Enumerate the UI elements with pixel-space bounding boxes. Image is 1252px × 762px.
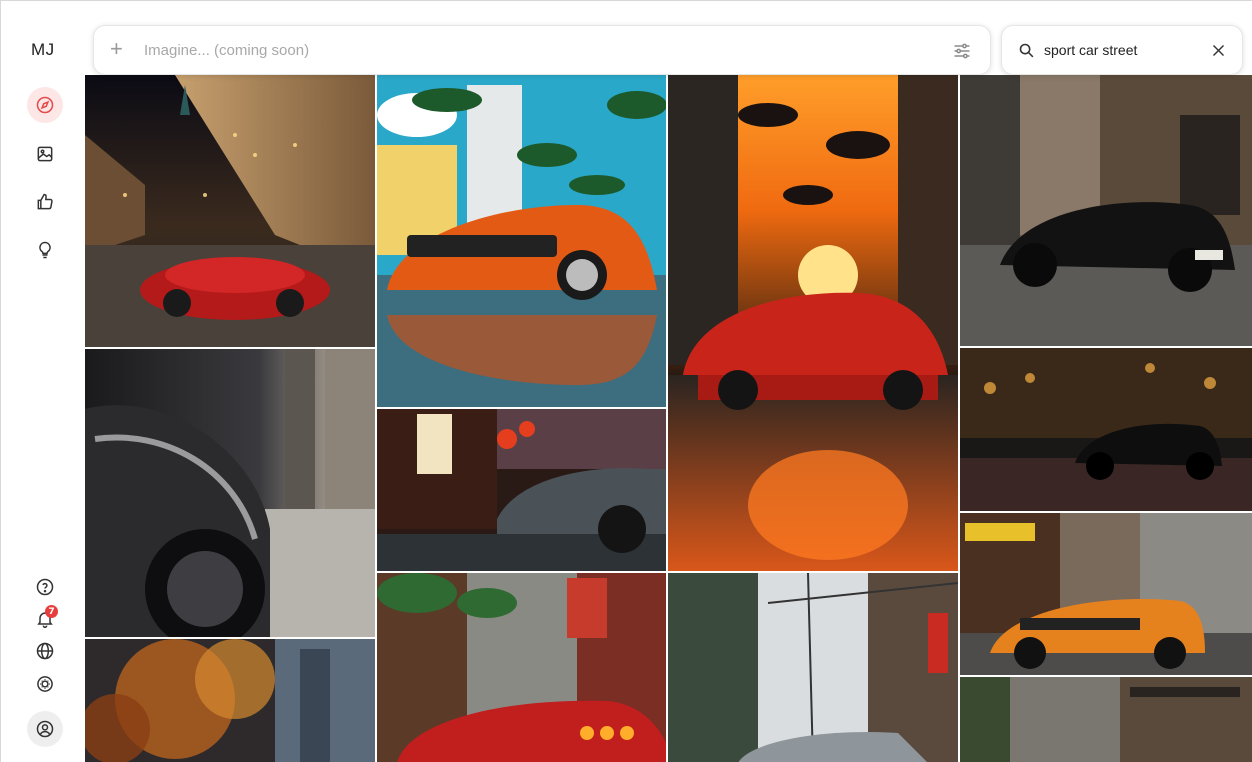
image-grid — [85, 75, 1252, 762]
old-building-street-image — [960, 677, 1252, 762]
thumbs-up-icon — [37, 193, 53, 210]
notification-badge: 7 — [45, 605, 58, 618]
create-button[interactable] — [27, 136, 63, 172]
search-icon — [1019, 43, 1034, 58]
help-icon — [36, 578, 54, 596]
brightness-icon — [37, 676, 53, 692]
search-input[interactable] — [1044, 39, 1204, 61]
sidebar: MJ 7 — [1, 1, 87, 762]
image-tile-orange-bmw-palms[interactable] — [377, 75, 666, 407]
image-tile-old-building-street[interactable] — [960, 677, 1252, 762]
logo[interactable]: MJ — [31, 40, 55, 60]
silver-car-reflection-image — [85, 349, 375, 637]
image-tile-red-rx7-sunset[interactable] — [668, 75, 958, 571]
image-icon — [37, 146, 53, 162]
grid-column-3 — [668, 75, 958, 762]
help-button[interactable] — [27, 569, 63, 605]
search-bar — [1001, 25, 1243, 75]
rank-button[interactable] — [27, 184, 63, 220]
settings-sliders-icon[interactable] — [952, 41, 972, 61]
grid-column-2 — [377, 75, 666, 762]
black-mclaren-night-image — [960, 348, 1252, 511]
imagine-bar[interactable]: + Imagine... (coming soon) — [93, 25, 991, 75]
explore-button[interactable] — [27, 87, 63, 123]
orange-bmw-palms-image — [377, 75, 666, 407]
image-tile-silver-car-tokyo-street[interactable] — [668, 573, 958, 762]
theme-button[interactable] — [27, 666, 63, 702]
grey-car-tokyo-night-image — [377, 409, 666, 571]
image-tile-red-ferrari-arcade[interactable] — [85, 75, 375, 347]
autumn-city-image — [85, 639, 375, 762]
silver-car-tokyo-street-image — [668, 573, 958, 762]
close-icon[interactable] — [1211, 43, 1226, 58]
image-tile-orange-lamborghini-street[interactable] — [960, 513, 1252, 675]
red-ferrari-chinatown-image — [377, 573, 666, 762]
plus-icon[interactable]: + — [110, 38, 123, 60]
image-tile-red-ferrari-chinatown[interactable] — [377, 573, 666, 762]
ideas-button[interactable] — [27, 232, 63, 268]
profile-icon — [36, 720, 54, 738]
language-button[interactable] — [27, 633, 63, 669]
compass-icon — [36, 96, 54, 114]
app-window: MJ 7 + Imagine... (coming soon) sport ca… — [0, 0, 1252, 762]
globe-icon — [36, 642, 54, 660]
red-rx7-sunset-image — [668, 75, 958, 571]
image-tile-silver-car-reflection[interactable] — [85, 349, 375, 637]
notifications-button[interactable]: 7 — [27, 601, 63, 637]
image-tile-black-nissan-london[interactable] — [960, 75, 1252, 346]
grid-column-1 — [85, 75, 375, 762]
red-ferrari-arcade-image — [85, 75, 375, 347]
image-tile-grey-car-tokyo-night[interactable] — [377, 409, 666, 571]
image-tile-black-mclaren-night[interactable] — [960, 348, 1252, 511]
grid-column-4 — [960, 75, 1252, 762]
image-tile-autumn-city[interactable] — [85, 639, 375, 762]
profile-button[interactable] — [27, 711, 63, 747]
lightbulb-icon — [39, 241, 51, 259]
imagine-placeholder: Imagine... (coming soon) — [144, 42, 310, 59]
orange-lamborghini-street-image — [960, 513, 1252, 675]
black-nissan-london-image — [960, 75, 1252, 346]
